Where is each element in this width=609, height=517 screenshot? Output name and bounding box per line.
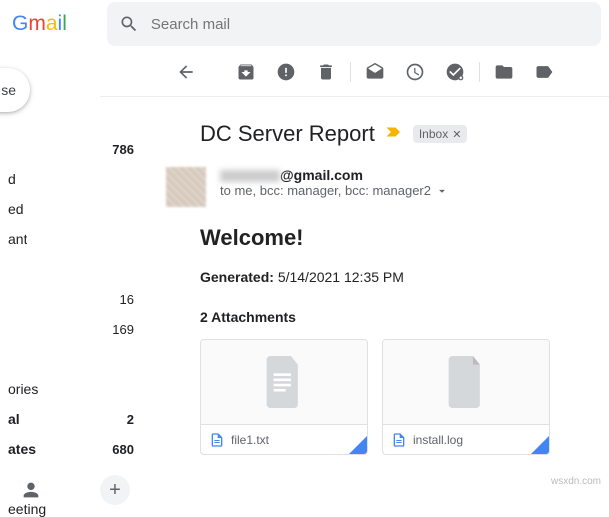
sidebar-item[interactable]: ant <box>0 224 150 254</box>
add-task-button[interactable] <box>435 52 475 92</box>
watermark: wsxdn.com <box>551 476 601 487</box>
compose-button[interactable]: se <box>0 68 30 112</box>
delete-button[interactable] <box>306 52 346 92</box>
attachment-card[interactable]: install.log <box>382 339 550 455</box>
archive-button[interactable] <box>226 52 266 92</box>
body-heading: Welcome! <box>200 225 579 251</box>
download-corner[interactable] <box>531 436 549 454</box>
recipients-line[interactable]: to me, bcc: manager, bcc: manager2 <box>220 183 449 198</box>
person-icon[interactable] <box>20 479 42 501</box>
attachment-preview <box>383 340 549 424</box>
sidebar-item[interactable]: ates680 <box>0 434 150 464</box>
gmail-logo[interactable]: Gmail <box>12 12 67 36</box>
file-icon <box>391 432 407 448</box>
file-icon <box>209 432 225 448</box>
sidebar-item[interactable]: ories <box>0 374 150 404</box>
search-input[interactable] <box>151 16 589 33</box>
move-button[interactable] <box>484 52 524 92</box>
close-icon[interactable]: ✕ <box>452 128 461 141</box>
sidebar-item[interactable] <box>0 344 150 374</box>
mark-unread-button[interactable] <box>355 52 395 92</box>
sidebar-item[interactable]: al2 <box>0 404 150 434</box>
important-marker[interactable] <box>385 125 403 144</box>
sidebar-item[interactable]: ed <box>0 194 150 224</box>
download-corner[interactable] <box>349 436 367 454</box>
sidebar-item[interactable]: 169 <box>0 314 150 344</box>
chevron-down-icon[interactable] <box>435 184 449 198</box>
new-chat-button[interactable]: + <box>100 475 130 505</box>
email-subject: DC Server Report <box>200 121 375 147</box>
toolbar <box>150 48 609 96</box>
generated-line: Generated: 5/14/2021 12:35 PM <box>200 269 579 285</box>
sidebar: se 786dedant16169oriesal2ates680eetingme… <box>0 48 150 517</box>
attachment-card[interactable]: file1.txt <box>200 339 368 455</box>
sender-address: @gmail.com <box>220 167 449 183</box>
attachments-title: 2 Attachments <box>200 309 579 325</box>
attachment-filename: install.log <box>413 433 541 447</box>
sidebar-item[interactable] <box>0 254 150 284</box>
sidebar-item[interactable]: 786 <box>0 134 150 164</box>
back-button[interactable] <box>166 52 206 92</box>
search-box[interactable] <box>107 2 601 46</box>
attachment-filename: file1.txt <box>231 433 359 447</box>
sidebar-item[interactable]: d <box>0 164 150 194</box>
sidebar-item[interactable]: 16 <box>0 284 150 314</box>
label-button[interactable] <box>524 52 564 92</box>
snooze-button[interactable] <box>395 52 435 92</box>
spam-button[interactable] <box>266 52 306 92</box>
inbox-label-chip[interactable]: Inbox✕ <box>413 125 468 143</box>
avatar <box>166 167 206 207</box>
attachment-preview <box>201 340 367 424</box>
search-icon <box>119 14 139 34</box>
